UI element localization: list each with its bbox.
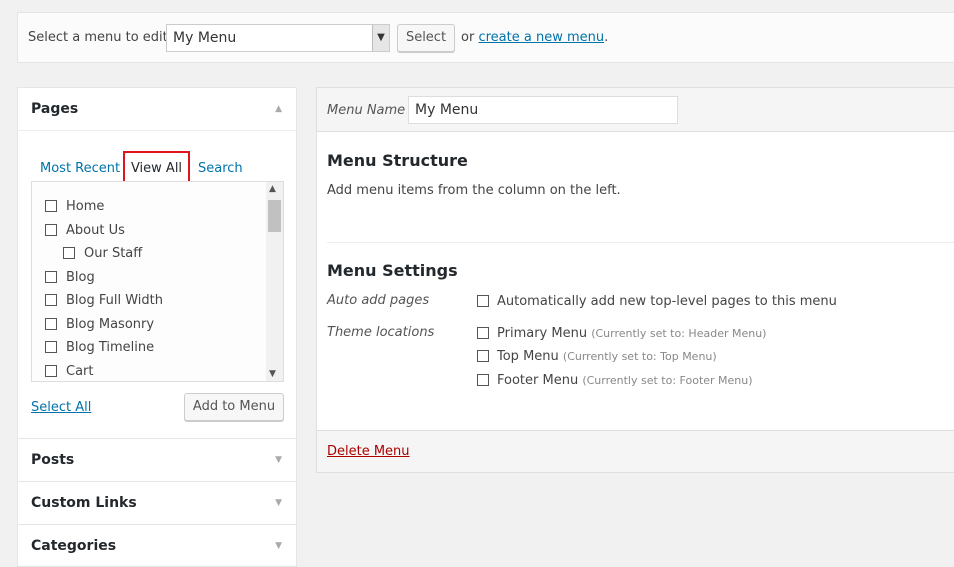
pages-title: Pages [31, 101, 79, 117]
checkbox[interactable] [477, 294, 489, 307]
theme-locations-label: Theme locations [327, 325, 435, 340]
auto-add-pages-label: Auto add pages [327, 293, 430, 308]
checkbox[interactable] [45, 317, 57, 330]
expand-triangle-icon[interactable]: ▼ [275, 498, 282, 508]
list-scrollbar[interactable]: ▲ ▼ [266, 182, 283, 381]
section-divider [327, 242, 954, 243]
list-item[interactable]: Cart [45, 364, 94, 379]
checkbox[interactable] [45, 199, 57, 212]
location-primary-menu[interactable]: Primary Menu (Currently set to: Header M… [477, 326, 766, 341]
scrollbar-thumb[interactable] [268, 200, 281, 232]
list-item[interactable]: Blog Full Width [45, 293, 163, 308]
menu-structure-hint: Add menu items from the column on the le… [327, 183, 621, 198]
menu-select-value: My Menu [173, 30, 237, 46]
pages-accordion-header[interactable]: Pages ▲ [18, 88, 296, 131]
checkbox[interactable] [45, 293, 57, 306]
posts-title: Posts [31, 452, 75, 468]
checkbox[interactable] [45, 364, 57, 377]
checkbox[interactable] [45, 270, 57, 283]
add-to-menu-button[interactable]: Add to Menu [184, 393, 284, 421]
collapse-triangle-icon[interactable]: ▲ [275, 104, 282, 114]
posts-accordion-header[interactable]: Posts ▼ [18, 438, 296, 481]
checkbox[interactable] [477, 373, 489, 386]
menu-footer-bar: Delete Menu [317, 430, 954, 472]
menu-editor-panel: Menu Name My Menu Menu Structure Add men… [316, 87, 954, 473]
checkbox[interactable] [477, 349, 489, 362]
list-item[interactable]: Home [45, 199, 104, 214]
custom-links-accordion-header[interactable]: Custom Links ▼ [18, 481, 296, 524]
location-footer-menu[interactable]: Footer Menu (Currently set to: Footer Me… [477, 373, 753, 388]
or-text: or create a new menu. [461, 30, 609, 45]
menu-name-label: Menu Name [327, 103, 406, 118]
select-all-link[interactable]: Select All [31, 400, 91, 415]
tab-most-recent[interactable]: Most Recent [40, 161, 120, 176]
list-item[interactable]: About Us [45, 223, 125, 238]
custom-links-title: Custom Links [31, 495, 137, 511]
pages-checklist: Home About Us Our Staff Blog Blog Full W… [31, 181, 284, 382]
add-menu-items-panel: Pages ▲ Most Recent View All Search Home… [17, 87, 297, 567]
menu-structure-title: Menu Structure [327, 151, 468, 170]
location-top-menu[interactable]: Top Menu (Currently set to: Top Menu) [477, 349, 717, 364]
checkbox[interactable] [45, 223, 57, 236]
auto-add-option[interactable]: Automatically add new top-level pages to… [477, 294, 837, 309]
list-item[interactable]: Our Staff [63, 246, 142, 261]
categories-title: Categories [31, 538, 117, 554]
checkbox[interactable] [477, 326, 489, 339]
menu-name-bar: Menu Name My Menu [317, 88, 954, 132]
delete-menu-link[interactable]: Delete Menu [327, 444, 410, 459]
tab-search[interactable]: Search [198, 161, 243, 176]
checkbox[interactable] [63, 246, 75, 259]
select-menu-label: Select a menu to edit: [28, 30, 173, 45]
select-button[interactable]: Select [397, 24, 455, 52]
menu-settings-title: Menu Settings [327, 261, 458, 280]
list-item[interactable]: Blog [45, 270, 95, 285]
expand-triangle-icon[interactable]: ▼ [275, 455, 282, 465]
list-item[interactable]: Blog Timeline [45, 340, 154, 355]
create-new-menu-link[interactable]: create a new menu [478, 30, 604, 45]
checkbox[interactable] [45, 340, 57, 353]
chevron-down-icon[interactable]: ▼ [372, 25, 389, 51]
menu-select-dropdown[interactable]: My Menu ▼ [166, 24, 390, 52]
scroll-up-icon[interactable]: ▲ [269, 184, 276, 194]
scroll-down-icon[interactable]: ▼ [269, 369, 276, 379]
categories-accordion-header[interactable]: Categories ▼ [18, 524, 296, 567]
menu-name-input[interactable]: My Menu [408, 96, 678, 124]
menu-select-bar: Select a menu to edit: My Menu ▼ Select … [17, 12, 954, 63]
list-item[interactable]: Blog Masonry [45, 317, 154, 332]
